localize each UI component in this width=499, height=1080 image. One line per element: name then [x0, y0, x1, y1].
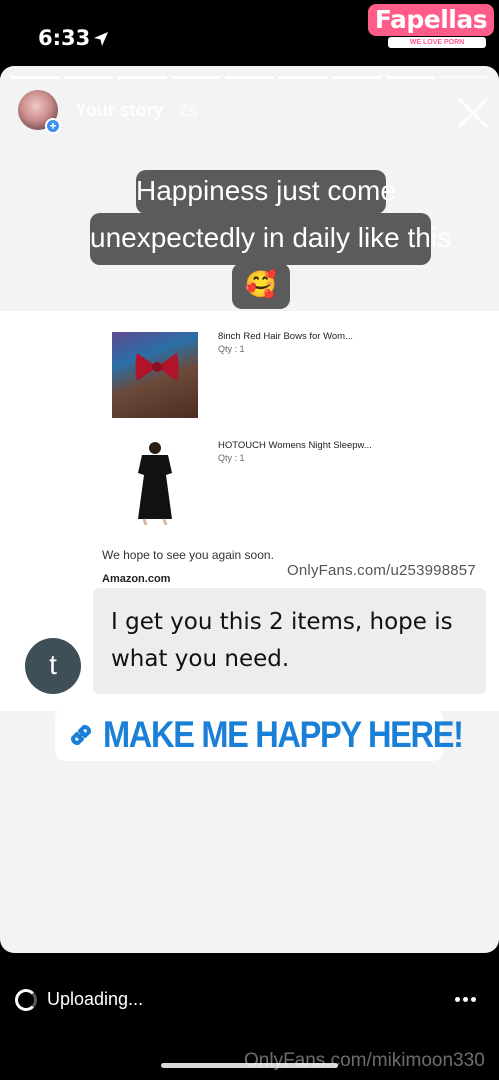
story-username[interactable]: Your story	[75, 100, 164, 121]
story-progress-bar	[10, 76, 490, 79]
progress-segment	[439, 76, 490, 79]
logo-tagline: WE LOVE PORN	[388, 37, 486, 48]
progress-segment	[332, 76, 382, 79]
progress-segment	[278, 76, 329, 79]
item-title: HOTOUCH Womens Night Sleepw...	[218, 440, 372, 451]
progress-segment	[224, 76, 275, 79]
logo-title: Fapellas	[368, 4, 494, 36]
progress-segment	[385, 76, 436, 79]
order-screenshot: 8inch Red Hair Bows for Wom... Qty : 1 H…	[0, 311, 499, 711]
story-card[interactable]: + Your story 2s Happiness just come unex…	[0, 66, 499, 953]
more-dots-icon[interactable]	[455, 997, 479, 1003]
caption-emoji[interactable]: 🥰	[232, 263, 290, 309]
item-qty: Qty : 1	[218, 344, 245, 354]
location-arrow-icon	[94, 32, 108, 46]
caption-line-2[interactable]: unexpectedly in daily like this	[90, 213, 451, 265]
hair-bow-icon	[135, 353, 179, 381]
message-line: I get you this 2 items, hope is	[111, 609, 453, 635]
uploading-spinner-icon	[15, 989, 37, 1011]
order-footer-text: We hope to see you again soon.	[102, 548, 274, 562]
message-line: what you need.	[111, 646, 290, 672]
hair-bow-product-image	[112, 332, 198, 418]
watermark-text: OnlyFans.com/u253998857	[287, 562, 476, 579]
item-qty: Qty : 1	[218, 453, 245, 463]
progress-segment	[171, 76, 221, 79]
dot	[463, 997, 468, 1002]
link-sticker[interactable]: MAKE ME HAPPY HERE!	[55, 709, 464, 761]
dot	[455, 997, 460, 1002]
watermark-text: OnlyFans.com/mikimoon330	[244, 1050, 485, 1071]
amazon-brand: Amazon.com	[102, 573, 171, 585]
close-icon[interactable]	[456, 96, 490, 130]
progress-segment	[10, 76, 60, 79]
message-bubble: I get you this 2 items, hope is what you…	[93, 588, 486, 694]
story-time-ago: 2s	[179, 101, 197, 120]
caption-line-1[interactable]: Happiness just come	[136, 170, 396, 214]
status-time: 6:33	[38, 26, 91, 50]
nightdress-product-image	[112, 439, 198, 525]
link-sticker-label[interactable]: MAKE ME HAPPY HERE!	[103, 714, 464, 756]
link-icon	[71, 725, 91, 745]
item-title: 8inch Red Hair Bows for Wom...	[218, 331, 353, 342]
upload-status: Uploading...	[47, 989, 144, 1009]
watermark-logo: Fapellas WE LOVE PORN	[368, 4, 494, 48]
add-story-icon[interactable]: +	[45, 118, 61, 134]
dot	[471, 997, 476, 1002]
message-avatar: t	[25, 638, 81, 694]
home-indicator[interactable]	[161, 1063, 338, 1068]
progress-segment	[63, 76, 114, 79]
progress-segment	[117, 76, 168, 79]
